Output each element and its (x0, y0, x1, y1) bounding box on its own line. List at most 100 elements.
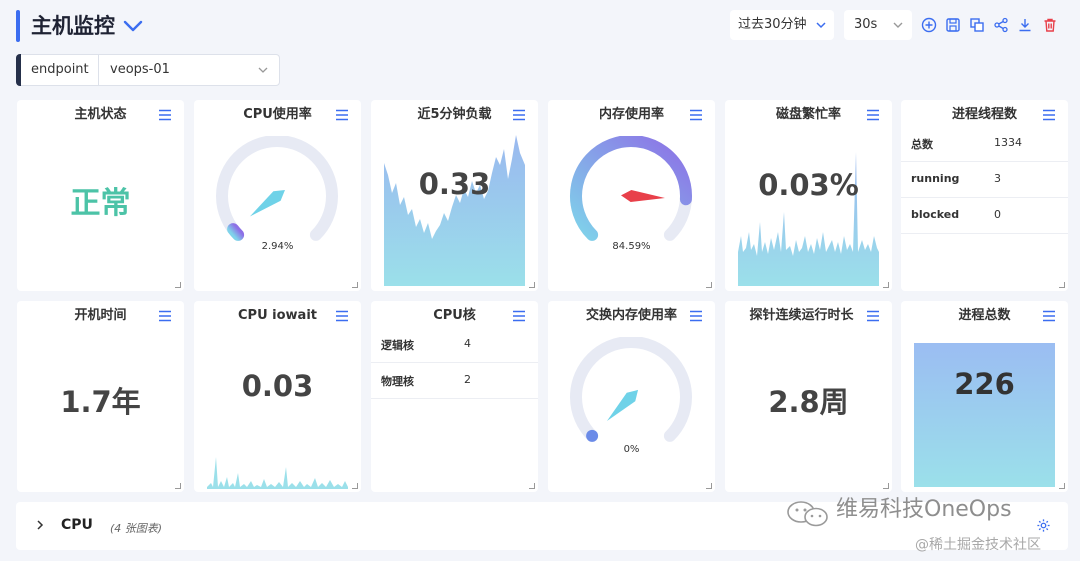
disk-value: 0.03% (758, 168, 859, 202)
endpoint-filter[interactable]: endpoint veops-01 (16, 54, 280, 86)
resize-handle[interactable] (1059, 483, 1065, 489)
gauge-needle (606, 389, 639, 422)
menu-icon[interactable] (335, 109, 349, 121)
menu-icon[interactable] (512, 109, 526, 121)
gear-icon[interactable] (1036, 518, 1051, 533)
row-key: 物理核 (381, 375, 414, 388)
gauge-progress (570, 136, 692, 241)
panel-proc-total: 进程总数 226 (901, 301, 1068, 492)
resize-handle[interactable] (175, 483, 181, 489)
add-panel-icon[interactable] (921, 17, 937, 33)
refresh-interval-value: 30s (854, 17, 878, 32)
row-key: 总数 (911, 138, 933, 151)
panel-swap-usage: 交换内存使用率 0% (548, 301, 715, 492)
cpu-usage-gauge (216, 136, 338, 241)
panel-uptime: 开机时间 1.7年 (17, 301, 184, 492)
panel-mem-usage: 内存使用率 84.59% (548, 100, 715, 291)
row-value: 0 (994, 208, 1001, 221)
gauge-track (570, 337, 692, 442)
chevron-down-icon (893, 22, 903, 28)
panel-cpu-usage: CPU使用率 2.94% (194, 100, 361, 291)
load-sparkline (384, 135, 525, 286)
table-row: 逻辑核 4 (371, 327, 538, 363)
panel-disk-busy: 磁盘繁忙率 0.03% (725, 100, 892, 291)
gauge-needle (249, 189, 285, 217)
chevron-down-icon[interactable] (122, 15, 144, 37)
panel-host-status: 主机状态 正常 (17, 100, 184, 291)
proc-total-value: 226 (954, 367, 1015, 401)
proc-total-fill: 226 (914, 343, 1055, 487)
row-value: 3 (994, 172, 1001, 185)
gauge-needle (621, 190, 665, 202)
panel-probe-uptime: 探针连续运行时长 2.8周 (725, 301, 892, 492)
resize-handle[interactable] (529, 483, 535, 489)
row-key: 逻辑核 (381, 339, 414, 352)
filter-label: endpoint (31, 62, 89, 77)
row-key: running (911, 172, 960, 185)
title-accent-bar (16, 10, 20, 42)
refresh-interval-select[interactable]: 30s (844, 10, 912, 40)
share-icon[interactable] (993, 17, 1009, 33)
menu-icon[interactable] (1042, 109, 1056, 121)
download-icon[interactable] (1017, 17, 1033, 33)
menu-icon[interactable] (866, 109, 880, 121)
gauge-value: 2.94% (261, 241, 294, 252)
table-row: running 3 (901, 162, 1068, 198)
wechat-logo-icon (787, 501, 828, 527)
menu-icon[interactable] (158, 310, 172, 322)
resize-handle[interactable] (706, 282, 712, 288)
section-title: CPU (61, 517, 93, 533)
save-icon[interactable] (945, 17, 961, 33)
menu-icon[interactable] (158, 109, 172, 121)
resize-handle[interactable] (175, 282, 181, 288)
menu-icon[interactable] (1042, 310, 1056, 322)
panel-cpu-iowait: CPU iowait 0.03 (194, 301, 361, 492)
table-row: blocked 0 (901, 198, 1068, 234)
row-value: 1334 (994, 136, 1022, 149)
resize-handle[interactable] (883, 282, 889, 288)
menu-icon[interactable] (689, 109, 703, 121)
table-row: 物理核 2 (371, 363, 538, 399)
resize-handle[interactable] (529, 282, 535, 288)
gauge-track (216, 136, 338, 241)
menu-icon[interactable] (866, 310, 880, 322)
resize-handle[interactable] (352, 483, 358, 489)
chevron-down-icon[interactable] (257, 64, 269, 76)
page-title: 主机监控 (31, 14, 115, 38)
watermark-brand: 维易科技OneOps (836, 497, 1012, 522)
copy-icon[interactable] (969, 17, 985, 33)
filter-value[interactable]: veops-01 (110, 55, 170, 85)
table-row: 总数 1334 (901, 126, 1068, 162)
row-key: blocked (911, 208, 960, 221)
menu-icon[interactable] (689, 310, 703, 322)
iowait-value: 0.03 (241, 369, 314, 403)
gauge-progress (227, 223, 245, 241)
menu-icon[interactable] (335, 310, 349, 322)
row-value: 2 (464, 373, 471, 386)
panel-proc-threads: 进程线程数 总数 1334 running 3 blocked 0 (901, 100, 1068, 291)
resize-handle[interactable] (706, 483, 712, 489)
time-range-value: 过去30分钟 (738, 17, 807, 32)
status-value: 正常 (70, 186, 131, 221)
delete-icon[interactable] (1042, 17, 1058, 33)
header: 主机监控 过去30分钟 30s (16, 10, 1066, 42)
menu-icon[interactable] (512, 310, 526, 322)
panel-load5: 近5分钟负载 0.33 (371, 100, 538, 291)
mem-usage-gauge (570, 136, 692, 241)
chevron-right-icon[interactable] (34, 519, 46, 531)
row-value: 4 (464, 337, 471, 350)
filter-accent-bar (16, 54, 21, 86)
gauge-value: 0% (623, 444, 640, 455)
load-value: 0.33 (418, 167, 491, 201)
section-chart-count: (4 张图表) (110, 522, 163, 535)
gauge-progress (586, 429, 599, 442)
uptime-value: 1.7年 (60, 385, 141, 419)
time-range-select[interactable]: 过去30分钟 (730, 10, 834, 40)
probe-uptime-value: 2.8周 (768, 385, 849, 419)
panel-cpu-cores: CPU核 逻辑核 4 物理核 2 (371, 301, 538, 492)
watermark-community: @稀土掘金技术社区 (915, 537, 1041, 553)
resize-handle[interactable] (352, 282, 358, 288)
filter-divider (98, 55, 99, 85)
resize-handle[interactable] (1059, 282, 1065, 288)
resize-handle[interactable] (883, 483, 889, 489)
